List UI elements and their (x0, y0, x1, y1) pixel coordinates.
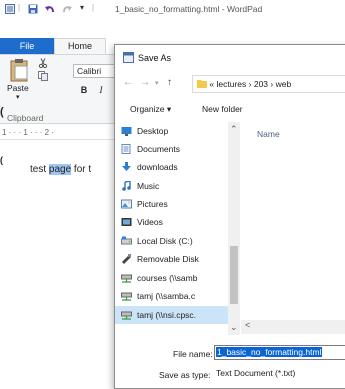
paste-dropdown-icon[interactable]: ▾ (16, 93, 20, 101)
nav-item-local-disk-c[interactable]: Local Disk (C:) (115, 232, 229, 250)
nav-item-music[interactable]: Music (115, 177, 229, 195)
doc-text-before: test (30, 164, 49, 175)
save-icon[interactable] (28, 4, 38, 14)
forward-arrow-icon[interactable]: → (140, 77, 150, 88)
breadcrumb-separator: › (248, 79, 252, 89)
organize-button[interactable]: Organize ▾ (130, 104, 171, 115)
scroll-up-icon[interactable]: ⌃ (230, 124, 238, 135)
recent-locations-icon[interactable]: ▾ (155, 79, 159, 87)
scroll-down-icon[interactable]: ⌄ (230, 322, 238, 333)
scroll-left-icon[interactable]: < (245, 320, 250, 330)
back-arrow-icon[interactable]: ← (123, 77, 133, 88)
breadcrumb-separator: › (270, 79, 274, 89)
nav-item-label: courses (\\samb (137, 273, 198, 283)
cut-icon[interactable] (38, 58, 48, 68)
breadcrumb-lectures[interactable]: lectures (216, 79, 246, 89)
nav-item-label: Removable Disk (137, 254, 199, 264)
save-as-type-select[interactable]: Text Document (*.txt) (214, 366, 345, 381)
nav-item-label: downloads (137, 162, 178, 172)
breadcrumb-web[interactable]: web (276, 79, 292, 89)
nav-item-pictures[interactable]: Pictures (115, 195, 229, 213)
navigation-pane[interactable]: Desktop Documents downloads Music Pictures Vi… (115, 122, 241, 335)
bold-button[interactable]: B (77, 83, 91, 97)
save-as-type-label: Save as type: (159, 370, 211, 380)
nav-item-courses-samb[interactable]: courses (\\samb (115, 269, 229, 287)
up-arrow-icon[interactable]: ↑ (167, 77, 172, 88)
nav-item-label: Videos (137, 217, 163, 227)
network-drive-icon (121, 274, 132, 283)
network-drive-icon (121, 311, 132, 320)
customize-quick-access-icon[interactable]: ▾ (80, 3, 84, 12)
nav-item-videos[interactable]: Videos (115, 213, 229, 231)
tab-home[interactable]: Home (54, 38, 106, 54)
copy-icon[interactable] (38, 71, 48, 81)
nav-item-label: Desktop (137, 126, 169, 136)
nav-item-label: Documents (137, 144, 180, 154)
nav-item-label: Pictures (137, 199, 168, 209)
column-header-name[interactable]: Name (257, 129, 280, 139)
save-as-dialog: Save As ← → ▾ ↑ « lectures › 203 › web O… (114, 44, 345, 389)
nav-item-label: tamj (\\samba.c (137, 291, 196, 301)
new-folder-button[interactable]: New folder (202, 104, 243, 114)
nav-item-documents[interactable]: Documents (115, 140, 229, 158)
removable-disk-icon (122, 254, 131, 264)
file-name-label: File name: (173, 349, 213, 359)
paste-button[interactable]: Paste (7, 83, 29, 93)
redo-icon[interactable] (62, 4, 72, 14)
download-icon (122, 162, 131, 171)
drive-icon (121, 236, 132, 245)
address-overflow-icon[interactable]: « (209, 79, 214, 89)
save-as-icon (123, 52, 134, 63)
font-family-select[interactable]: Calibri (73, 64, 117, 78)
videos-icon (121, 218, 132, 226)
dialog-title: Save As (138, 53, 172, 63)
paste-icon[interactable] (10, 58, 30, 82)
nav-item-tamj-nsi-cpsc[interactable]: tamj (\\nsi.cpsc. (115, 306, 229, 324)
nav-item-label: Local Disk (C:) (137, 236, 193, 246)
breadcrumb-203[interactable]: 203 (254, 79, 268, 89)
italic-button[interactable]: I (94, 83, 108, 97)
nav-item-removable-disk[interactable]: Removable Disk (115, 250, 229, 268)
file-name-input[interactable]: 1_basic_no_formatting.html (214, 345, 345, 360)
music-icon (122, 181, 131, 191)
dialog-toolbar: Organize ▾ New folder (115, 100, 345, 118)
hidden-text-fragment: ( (0, 155, 3, 165)
desktop-icon (121, 127, 132, 136)
doc-text-after: for t (71, 164, 92, 175)
file-list-horizontal-scrollbar[interactable]: < (241, 320, 345, 334)
folder-icon (197, 80, 207, 88)
wordpad-titlebar: | ▾ | 1_basic_no_formatting.html - WordP… (0, 0, 345, 38)
titlebar-divider: | (18, 3, 21, 12)
dialog-titlebar: Save As (115, 45, 345, 71)
wordpad-app-icon (5, 4, 15, 14)
undo-icon[interactable] (45, 4, 55, 14)
network-drive-icon (121, 292, 132, 301)
documents-icon (121, 144, 131, 154)
nav-item-label: tamj (\\nsi.cpsc. (137, 310, 197, 320)
address-bar[interactable]: « lectures › 203 › web (192, 75, 345, 93)
nav-item-downloads[interactable]: downloads (115, 158, 229, 176)
doc-text-selected: page (48, 164, 72, 175)
window-title: 1_basic_no_formatting.html - WordPad (115, 4, 263, 14)
navigation-row: ← → ▾ ↑ « lectures › 203 › web (115, 75, 345, 93)
hidden-text-fragment: ( (0, 106, 4, 118)
nav-item-desktop[interactable]: Desktop (115, 122, 229, 140)
tab-file[interactable]: File (0, 38, 54, 54)
titlebar-divider: | (92, 3, 95, 12)
nav-item-label: Music (137, 181, 160, 191)
scrollbar-thumb[interactable] (230, 246, 238, 304)
pictures-icon (121, 199, 132, 209)
nav-item-tamj-samba-c[interactable]: tamj (\\samba.c (115, 287, 229, 305)
clipboard-group-label: Clipboard (7, 113, 44, 123)
file-name-value: 1_basic_no_formatting.html (216, 347, 323, 357)
document-text[interactable]: test page for t (30, 164, 91, 175)
nav-vertical-scrollbar[interactable]: ⌃ ⌄ (228, 122, 240, 335)
